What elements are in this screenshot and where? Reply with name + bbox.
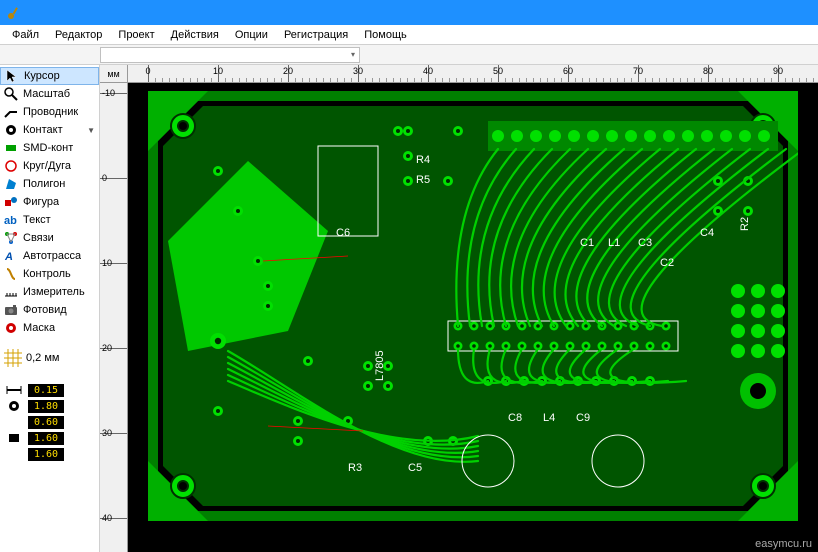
pcb-canvas[interactable]: R4 R5 C6 R2 C1 L1 C3 C2 C4 R3 C5 C8 L4 C…: [128, 83, 818, 552]
mask-icon: [4, 321, 18, 335]
track-icon: [4, 105, 18, 119]
workspace: мм 0102030405060708090 -10010203040: [100, 65, 818, 552]
tool-zoom[interactable]: Масштаб: [0, 85, 99, 103]
menu-project[interactable]: Проект: [110, 27, 162, 43]
tool-label: Связи: [23, 232, 54, 244]
svg-text:L7805: L7805: [374, 350, 386, 381]
net-icon: [4, 231, 18, 245]
tool-label: SMD-конт: [23, 142, 73, 154]
svg-text:C9: C9: [576, 412, 590, 424]
smd-size-icon: [4, 431, 24, 445]
svg-text:C2: C2: [660, 257, 674, 269]
smd-w-value[interactable]: 1.60: [28, 432, 64, 445]
svg-text:R4: R4: [416, 154, 430, 166]
text-icon: ab: [4, 213, 18, 227]
pad-drill-icon: [4, 415, 24, 429]
grid-label: 0,2 мм: [26, 352, 59, 364]
measure-icon: [4, 285, 18, 299]
menu-editor[interactable]: Редактор: [47, 27, 110, 43]
smd-icon: [4, 141, 18, 155]
cursor-icon: [5, 69, 19, 83]
tool-polygon[interactable]: Полигон: [0, 175, 99, 193]
svg-text:C5: C5: [408, 462, 422, 474]
track-width-value[interactable]: 0.15: [28, 384, 64, 397]
menu-register[interactable]: Регистрация: [276, 27, 356, 43]
svg-text:R2: R2: [739, 217, 751, 231]
tool-label: Автотрасса: [23, 250, 81, 262]
menu-actions[interactable]: Действия: [163, 27, 227, 43]
inspect-icon: [4, 267, 18, 281]
tool-label: Маска: [23, 322, 55, 334]
autoroute-icon: A: [4, 249, 18, 263]
shape-icon: [4, 195, 18, 209]
grid-icon: [4, 349, 22, 367]
track-params: 0.15 1.80 0.60 1.60 1.60: [0, 379, 99, 465]
zoom-icon: [4, 87, 18, 101]
board-selector-dropdown[interactable]: [100, 47, 360, 63]
menu-options[interactable]: Опции: [227, 27, 276, 43]
menu-help[interactable]: Помощь: [356, 27, 415, 43]
tool-sidebar: Курсор Масштаб Проводник Контакт ▼ SMD-конт Кр…: [0, 65, 100, 552]
pcb-board: R4 R5 C6 R2 C1 L1 C3 C2 C4 R3 C5 C8 L4 C…: [148, 91, 798, 521]
titlebar: [0, 0, 818, 25]
svg-text:C6: C6: [336, 227, 350, 239]
toolbar: [0, 45, 818, 65]
tool-track[interactable]: Проводник: [0, 103, 99, 121]
tool-circle[interactable]: Круг/Дуга: [0, 157, 99, 175]
svg-text:L1: L1: [608, 237, 620, 249]
svg-text:C3: C3: [638, 237, 652, 249]
svg-text:C4: C4: [700, 227, 714, 239]
tool-autoroute[interactable]: A Автотрасса: [0, 247, 99, 265]
svg-text:C1: C1: [580, 237, 594, 249]
tool-net[interactable]: Связи: [0, 229, 99, 247]
pad-inner-value[interactable]: 0.60: [28, 416, 64, 429]
tool-shape[interactable]: Фигура: [0, 193, 99, 211]
tool-label: Масштаб: [23, 88, 70, 100]
svg-text:C8: C8: [508, 412, 522, 424]
tool-label: Контроль: [23, 268, 71, 280]
tool-label: Фотовид: [23, 304, 67, 316]
menubar: Файл Редактор Проект Действия Опции Реги…: [0, 25, 818, 45]
track-width-icon: [4, 383, 24, 397]
app-icon: [6, 5, 22, 21]
tool-text[interactable]: ab Текст: [0, 211, 99, 229]
svg-text:L4: L4: [543, 412, 555, 424]
chevron-down-icon: ▼: [87, 126, 95, 135]
tool-label: Фигура: [23, 196, 59, 208]
smd-h-value[interactable]: 1.60: [28, 448, 64, 461]
circle-icon: [4, 159, 18, 173]
tool-cursor[interactable]: Курсор: [0, 67, 99, 85]
tool-label: Текст: [23, 214, 51, 226]
tool-label: Курсор: [24, 70, 60, 82]
polygon-icon: [4, 177, 18, 191]
grid-setting[interactable]: 0,2 мм: [0, 345, 99, 371]
svg-text:R3: R3: [348, 462, 362, 474]
svg-text:ab: ab: [4, 215, 17, 227]
tool-label: Проводник: [23, 106, 78, 118]
tool-label: Контакт: [23, 124, 63, 136]
menu-file[interactable]: Файл: [4, 27, 47, 43]
tool-label: Измеритель: [23, 286, 85, 298]
camera-icon: [4, 303, 18, 317]
pad-outer-value[interactable]: 1.80: [28, 400, 64, 413]
ruler-unit: мм: [100, 65, 128, 83]
ruler-horizontal: 0102030405060708090: [128, 65, 818, 83]
tool-photoview[interactable]: Фотовид: [0, 301, 99, 319]
tool-inspect[interactable]: Контроль: [0, 265, 99, 283]
tool-pad[interactable]: Контакт ▼: [0, 121, 99, 139]
ruler-vertical: -10010203040: [100, 83, 128, 552]
tool-smd[interactable]: SMD-конт: [0, 139, 99, 157]
pad-diameter-icon: [4, 399, 24, 413]
tool-measure[interactable]: Измеритель: [0, 283, 99, 301]
smd-size2-icon: [4, 447, 24, 461]
tool-label: Круг/Дуга: [23, 160, 71, 172]
pad-icon: [4, 123, 18, 137]
svg-text:A: A: [4, 251, 13, 263]
tool-mask[interactable]: Маска: [0, 319, 99, 337]
svg-text:R5: R5: [416, 174, 430, 186]
tool-label: Полигон: [23, 178, 65, 190]
